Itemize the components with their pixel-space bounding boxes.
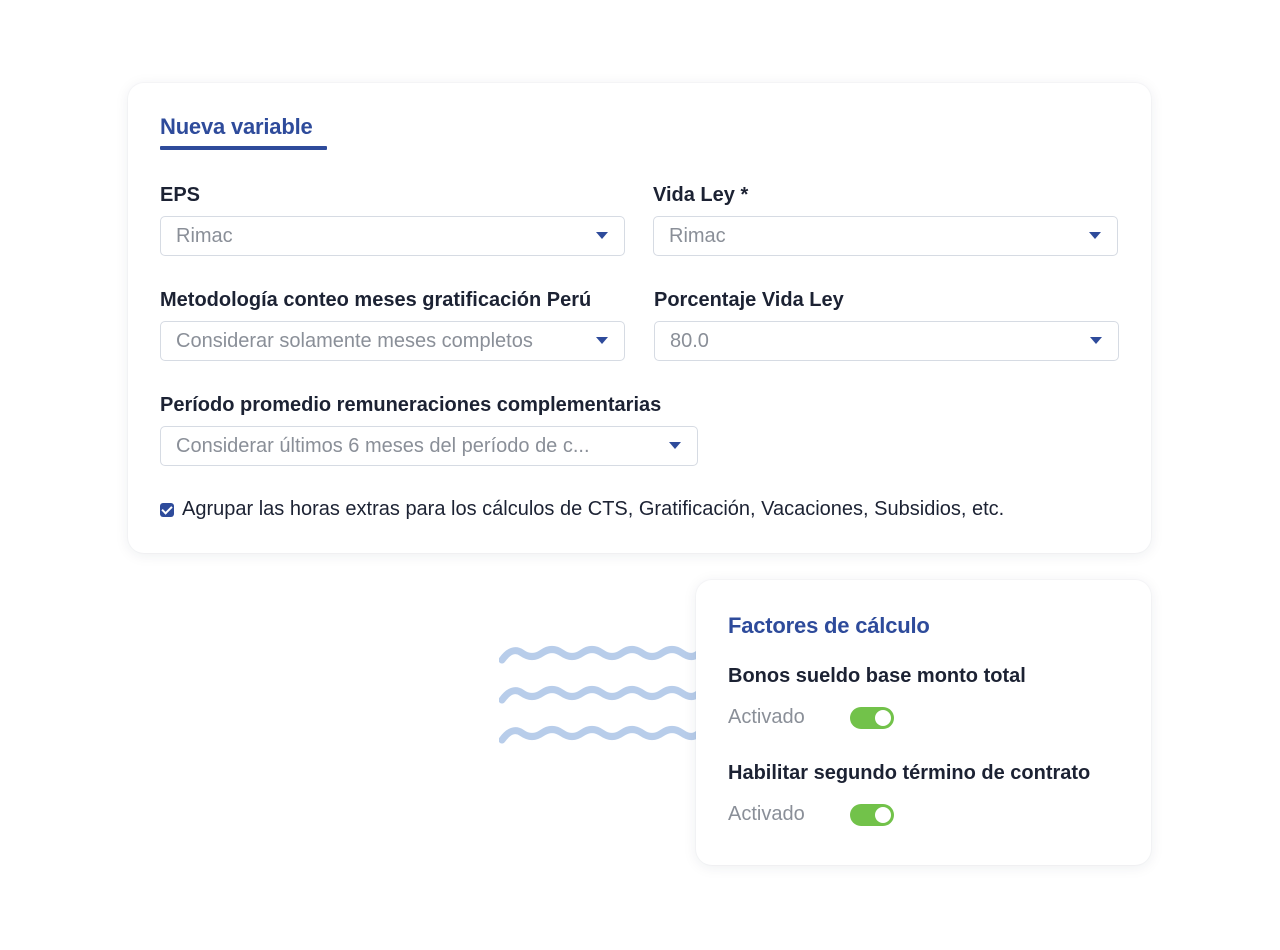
segundo-termino-label: Habilitar segundo término de contrato [728,762,1091,784]
vida-ley-select-value: Rimac [669,225,726,247]
eps-label: EPS [160,184,201,206]
agrupar-horas-extras-checkbox[interactable] [160,503,174,517]
segundo-termino-toggle[interactable] [850,804,894,826]
porcentaje-vida-ley-select-value: 80.0 [670,330,709,352]
caret-down-icon [1089,232,1101,239]
toggle-knob [875,710,891,726]
bonos-sueldo-toggle[interactable] [850,707,894,729]
metodologia-select-value: Considerar solamente meses completos [176,330,533,352]
nueva-variable-card: Nueva variable EPS Rimac Vida Ley * Rima… [128,83,1151,553]
card-title: Nueva variable [160,114,313,139]
agrupar-horas-extras-label[interactable]: Agrupar las horas extras para los cálcul… [182,498,1004,521]
periodo-promedio-select[interactable]: Considerar últimos 6 meses del período d… [160,426,698,466]
wave-line [499,646,699,664]
caret-down-icon [1090,337,1102,344]
title-underline [160,146,327,150]
caret-down-icon [596,232,608,239]
metodologia-select[interactable]: Considerar solamente meses completos [160,321,625,361]
vida-ley-label: Vida Ley * [653,184,749,206]
periodo-promedio-select-value: Considerar últimos 6 meses del período d… [176,435,590,457]
porcentaje-vida-ley-select[interactable]: 80.0 [654,321,1119,361]
toggle-knob [875,807,891,823]
waves-decoration [499,646,699,744]
caret-down-icon [596,337,608,344]
bonos-sueldo-label: Bonos sueldo base monto total [728,665,1026,687]
periodo-promedio-label: Período promedio remuneraciones compleme… [160,394,662,416]
card-title: Factores de cálculo [728,613,930,638]
eps-select-value: Rimac [176,225,233,247]
caret-down-icon [669,442,681,449]
factores-calculo-card: Factores de cálculo Bonos sueldo base mo… [696,580,1151,865]
vida-ley-select[interactable]: Rimac [653,216,1118,256]
segundo-termino-status: Activado [728,803,805,825]
wave-line [499,686,699,704]
bonos-sueldo-status: Activado [728,706,805,728]
metodologia-label: Metodología conteo meses gratificación P… [160,289,592,311]
wave-line [499,726,699,744]
eps-select[interactable]: Rimac [160,216,625,256]
porcentaje-vida-ley-label: Porcentaje Vida Ley [654,289,844,311]
